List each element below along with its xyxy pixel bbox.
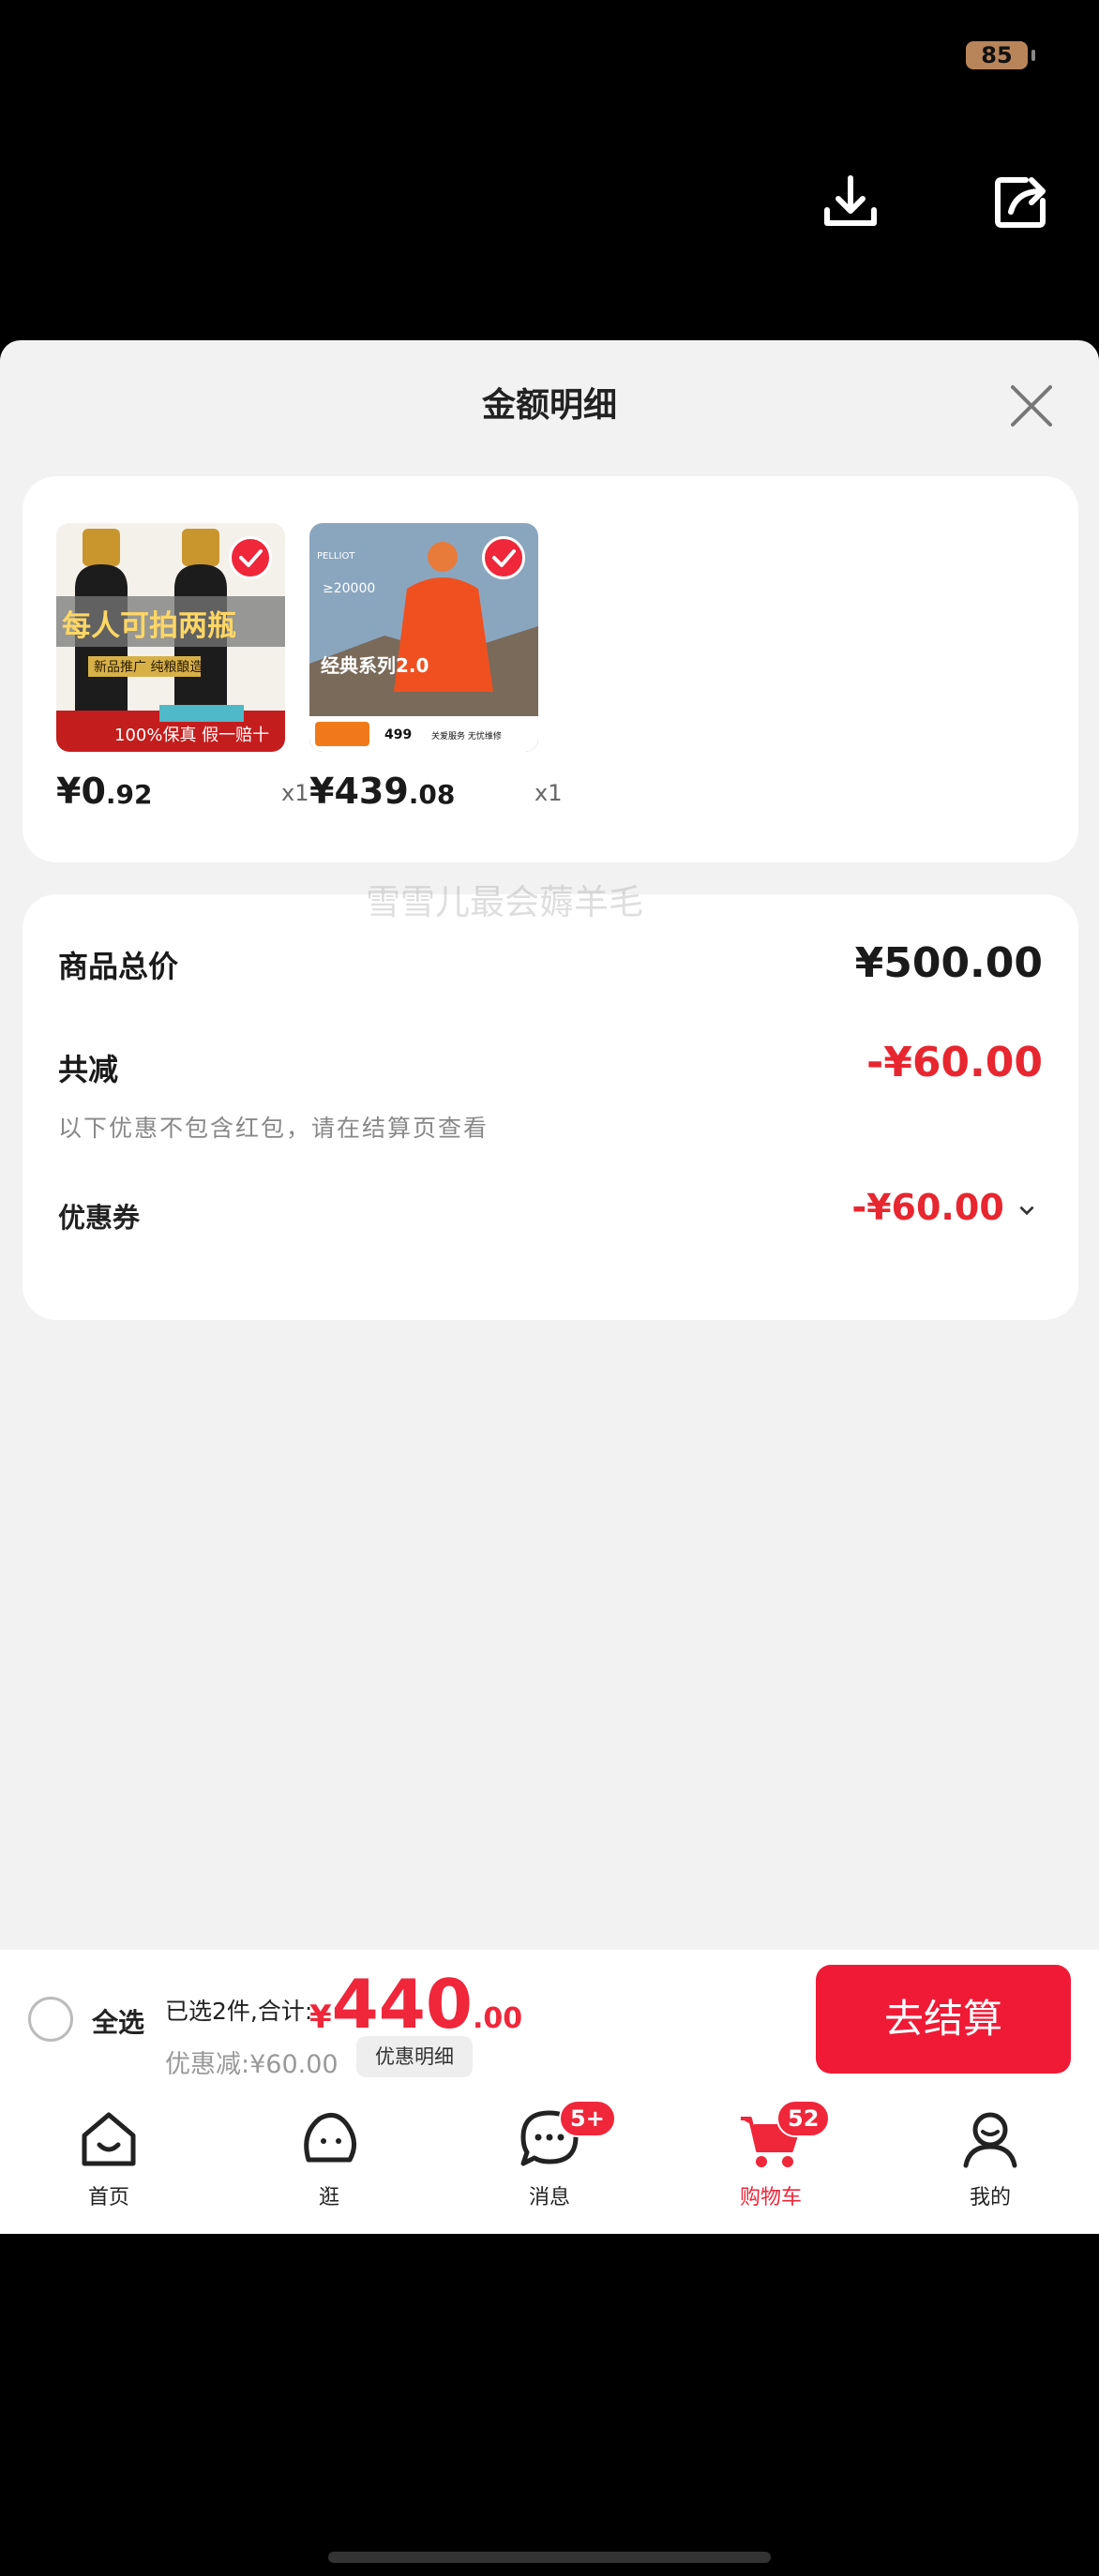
product-price: ¥439.08 bbox=[309, 771, 456, 812]
tab-label: 首页 bbox=[87, 2186, 129, 2209]
product-image-liquor[interactable]: 每人可拍两瓶 新品推广 纯粮酿造 100%保真 假一赔十 bbox=[56, 523, 285, 752]
tab-label: 我的 bbox=[969, 2186, 1011, 2209]
image-caption-service: 关爱服务 无忧维修 bbox=[431, 732, 502, 741]
discount-summary: 优惠减:¥60.00 bbox=[165, 2050, 339, 2079]
checkout-button[interactable]: 去结算 bbox=[816, 1965, 1071, 2074]
check-icon bbox=[239, 549, 263, 567]
selected-check bbox=[482, 536, 525, 579]
image-caption-price: 499 bbox=[384, 727, 413, 742]
brand-logo-text: PELLIOT bbox=[317, 551, 355, 562]
discount-note: 以下优惠不包含红包，请在结算页查看 bbox=[58, 1115, 489, 1142]
chevron-down-icon bbox=[1019, 1206, 1034, 1215]
reduce-label: 共减 bbox=[58, 1052, 119, 1087]
checkout-bar: 全选 已选2件,合计: ¥440.00 优惠减:¥60.00 优惠明细 去结算 bbox=[0, 1950, 1099, 2089]
selected-check bbox=[229, 536, 272, 579]
share-icon bbox=[995, 177, 1046, 228]
select-all-label[interactable]: 全选 bbox=[92, 2002, 144, 2040]
profile-icon bbox=[963, 2112, 1017, 2168]
home-indicator[interactable] bbox=[328, 2552, 771, 2563]
watermark: 雪雪儿最会薅羊毛 bbox=[366, 882, 643, 922]
tab-browse[interactable]: 逛 bbox=[273, 2105, 385, 2210]
home-icon bbox=[82, 2112, 136, 2166]
download-button[interactable] bbox=[818, 169, 883, 234]
total-price-value: ¥500.00 bbox=[854, 939, 1043, 987]
image-caption-main: 每人可拍两瓶 bbox=[62, 609, 236, 643]
download-icon bbox=[824, 175, 877, 226]
share-button[interactable] bbox=[988, 169, 1054, 234]
close-icon bbox=[1011, 385, 1052, 427]
reduce-value: -¥60.00 bbox=[866, 1039, 1043, 1086]
product-item[interactable]: 每人可拍两瓶 新品推广 纯粮酿造 100%保真 假一赔十 ¥0.92 x1 bbox=[56, 523, 309, 827]
message-badge: 5+ bbox=[559, 2100, 616, 2137]
image-caption-spec: ≥20000 bbox=[323, 581, 376, 596]
close-button[interactable] bbox=[1003, 378, 1060, 434]
select-all-checkbox[interactable] bbox=[28, 1997, 73, 2042]
coupon-label: 优惠券 bbox=[58, 1202, 141, 1234]
browse-icon bbox=[304, 2112, 356, 2163]
tab-label: 消息 bbox=[528, 2186, 570, 2209]
sheet-title: 金额明细 bbox=[481, 386, 617, 425]
tab-label: 逛 bbox=[318, 2186, 339, 2209]
image-caption-guarantee: 100%保真 假一赔十 bbox=[114, 726, 270, 745]
coupon-value[interactable]: -¥60.00 bbox=[851, 1187, 1037, 1228]
tab-profile[interactable]: 我的 bbox=[934, 2105, 1046, 2210]
image-caption-series: 经典系列2.0 bbox=[321, 654, 429, 677]
image-caption-sub: 新品推广 纯粮酿造 bbox=[94, 660, 203, 675]
status-bar: 85 bbox=[0, 0, 1099, 112]
product-item[interactable]: PELLIOT ≥20000 经典系列2.0 499 关爱服务 无忧维修 ¥43… bbox=[309, 523, 562, 827]
tab-cart[interactable]: 购物车 52 bbox=[715, 2100, 831, 2210]
tab-home[interactable]: 首页 bbox=[53, 2105, 165, 2210]
product-price: ¥0.92 bbox=[56, 771, 153, 812]
check-icon bbox=[492, 549, 516, 567]
product-qty: x1 bbox=[281, 780, 309, 806]
product-image-jacket[interactable]: PELLIOT ≥20000 经典系列2.0 499 关爱服务 无忧维修 bbox=[309, 523, 538, 752]
total-amount: ¥440.00 bbox=[309, 1965, 523, 2044]
products-card: 每人可拍两瓶 新品推广 纯粮酿造 100%保真 假一赔十 ¥0.92 x1 PE… bbox=[23, 476, 1078, 862]
discount-detail-button[interactable]: 优惠明细 bbox=[356, 2036, 473, 2077]
selected-summary: 已选2件,合计: bbox=[165, 1998, 313, 2025]
price-detail-card: 商品总价 ¥500.00 共减 -¥60.00 以下优惠不包含红包，请在结算页查… bbox=[23, 894, 1078, 1320]
bottom-tabbar: 首页 逛 消息 5+ 购物车 52 我的 bbox=[0, 2089, 1099, 2234]
total-price-label: 商品总价 bbox=[58, 949, 179, 984]
battery-indicator: 85 bbox=[966, 41, 1035, 69]
tab-label: 购物车 bbox=[739, 2186, 802, 2209]
cart-badge: 52 bbox=[776, 2100, 831, 2137]
product-qty: x1 bbox=[534, 780, 563, 806]
tab-messages[interactable]: 消息 5+ bbox=[493, 2100, 616, 2210]
